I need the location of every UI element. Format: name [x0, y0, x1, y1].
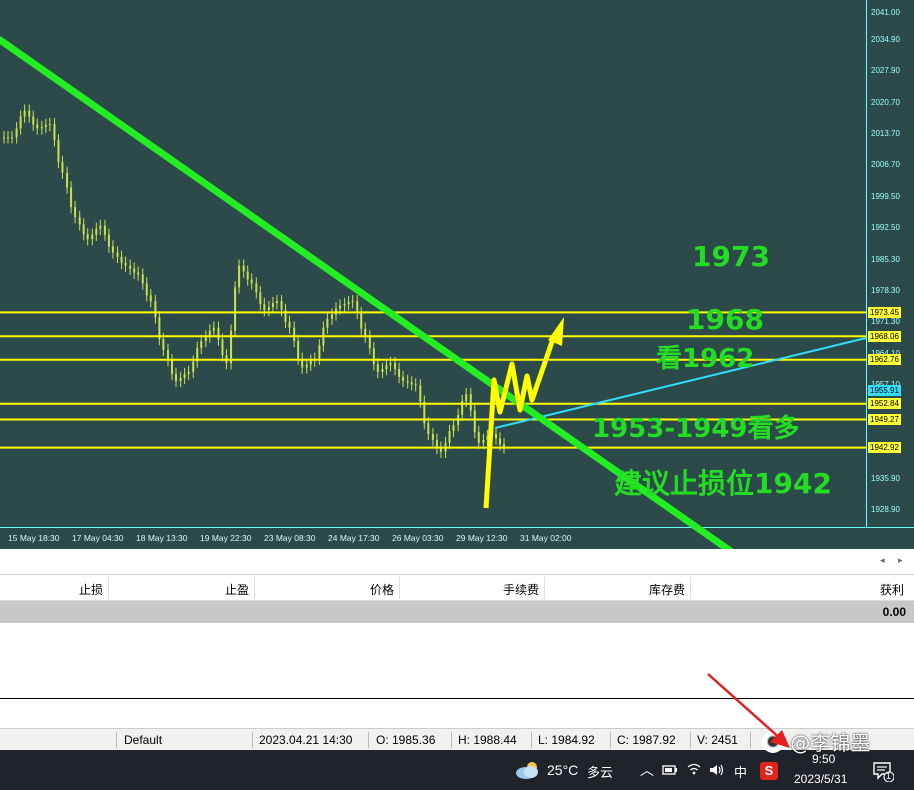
status-divider: [252, 732, 253, 748]
col-stop-loss[interactable]: 止损: [79, 581, 103, 598]
status-divider: [451, 732, 452, 748]
status-divider: [690, 732, 691, 748]
time-tick-label: 23 May 08:30: [264, 533, 316, 543]
price-tick-label: 1978.30: [871, 285, 900, 295]
battery-icon[interactable]: [662, 764, 678, 776]
price-tag: 1949.27: [868, 414, 901, 426]
time-tick-label: 18 May 13:30: [136, 533, 188, 543]
chart-scrollbar[interactable]: ◂ ▸: [0, 549, 914, 575]
notification-count: 1: [886, 771, 892, 781]
col-divider: [254, 577, 255, 599]
price-tick-label: 1971.30: [871, 316, 900, 326]
col-divider: [544, 577, 545, 599]
col-divider: [108, 577, 109, 599]
weather-temperature[interactable]: 25°C: [547, 762, 578, 778]
status-close: C: 1987.92: [617, 733, 676, 747]
weather-condition[interactable]: 多云: [587, 762, 613, 781]
price-tick-label: 2027.90: [871, 66, 900, 76]
price-tick-label: 1985.30: [871, 254, 900, 264]
price-tick-label: 1935.90: [871, 473, 900, 483]
col-profit[interactable]: 获利: [880, 581, 904, 598]
status-divider: [610, 732, 611, 748]
clock-date[interactable]: 2023/5/31: [794, 772, 847, 786]
annotation-1973: 1973: [692, 240, 770, 273]
total-profit-value: 0.00: [882, 605, 906, 619]
time-tick-label: 26 May 03:30: [392, 533, 444, 543]
col-price[interactable]: 价格: [370, 581, 394, 598]
price-tick-label: 2034.90: [871, 35, 900, 45]
chevron-up-icon[interactable]: ︿: [640, 760, 654, 780]
price-tick-label: 2006.70: [871, 160, 900, 170]
price-tag: 1952.84: [868, 398, 901, 410]
cloud-icon[interactable]: [514, 760, 542, 780]
price-tag: 1973.45: [868, 306, 901, 318]
scroll-left-icon[interactable]: ◂: [880, 555, 885, 566]
status-datetime: 2023.04.21 14:30: [259, 733, 353, 747]
annotation-1962: 看1962: [656, 344, 755, 374]
orders-header: 止损 止盈 价格 手续费 库存费 获利: [0, 575, 914, 601]
annotation-buy-zone: 1953-1949看多: [592, 414, 800, 444]
time-axis: 15 May 18:30 17 May 04:30 18 May 13:30 19 M…: [0, 527, 914, 549]
status-profile[interactable]: Default: [124, 733, 162, 747]
col-divider: [399, 577, 400, 599]
price-tag: 1962.76: [868, 354, 901, 366]
status-low: L: 1984.92: [538, 733, 595, 747]
status-divider: [368, 732, 369, 748]
price-tick-label: 1928.90: [871, 504, 900, 514]
wifi-icon[interactable]: [686, 762, 702, 776]
price-tick-label: 1999.50: [871, 192, 900, 202]
red-pointer-arrow: [707, 673, 790, 748]
scroll-right-icon[interactable]: ▸: [898, 555, 903, 566]
price-tick-label: 2041.00: [871, 8, 900, 18]
price-tick-label: 2013.70: [871, 129, 900, 139]
volume-icon[interactable]: [708, 763, 726, 777]
status-divider: [116, 732, 117, 748]
col-take-profit[interactable]: 止盈: [225, 581, 249, 598]
price-tag: 1942.92: [868, 442, 901, 454]
status-divider: [531, 732, 532, 748]
sogou-ime-icon[interactable]: S: [760, 762, 778, 780]
time-tick-label: 29 May 12:30: [456, 533, 508, 543]
time-tick-label: 24 May 17:30: [328, 533, 380, 543]
ime-indicator[interactable]: 中: [734, 762, 747, 781]
price-tag: 1968.06: [868, 330, 901, 342]
price-tag: 1955.91: [868, 384, 901, 396]
status-open: O: 1985.36: [376, 733, 436, 747]
time-tick-label: 19 May 22:30: [200, 533, 252, 543]
time-tick-label: 15 May 18:30: [8, 533, 60, 543]
price-tick-label: 1992.50: [871, 223, 900, 233]
annotation-1968: 1968: [686, 303, 764, 336]
time-tick-label: 31 May 02:00: [520, 533, 572, 543]
col-swap[interactable]: 库存费: [649, 581, 685, 598]
status-high: H: 1988.44: [458, 733, 517, 747]
annotation-stop-loss: 建议止损位1942: [614, 467, 832, 500]
col-commission[interactable]: 手续费: [503, 581, 539, 598]
time-tick-label: 17 May 04:30: [72, 533, 124, 543]
col-divider: [690, 577, 691, 599]
price-tick-label: 2020.70: [871, 98, 900, 108]
orders-total-row: 0.00: [0, 601, 914, 623]
